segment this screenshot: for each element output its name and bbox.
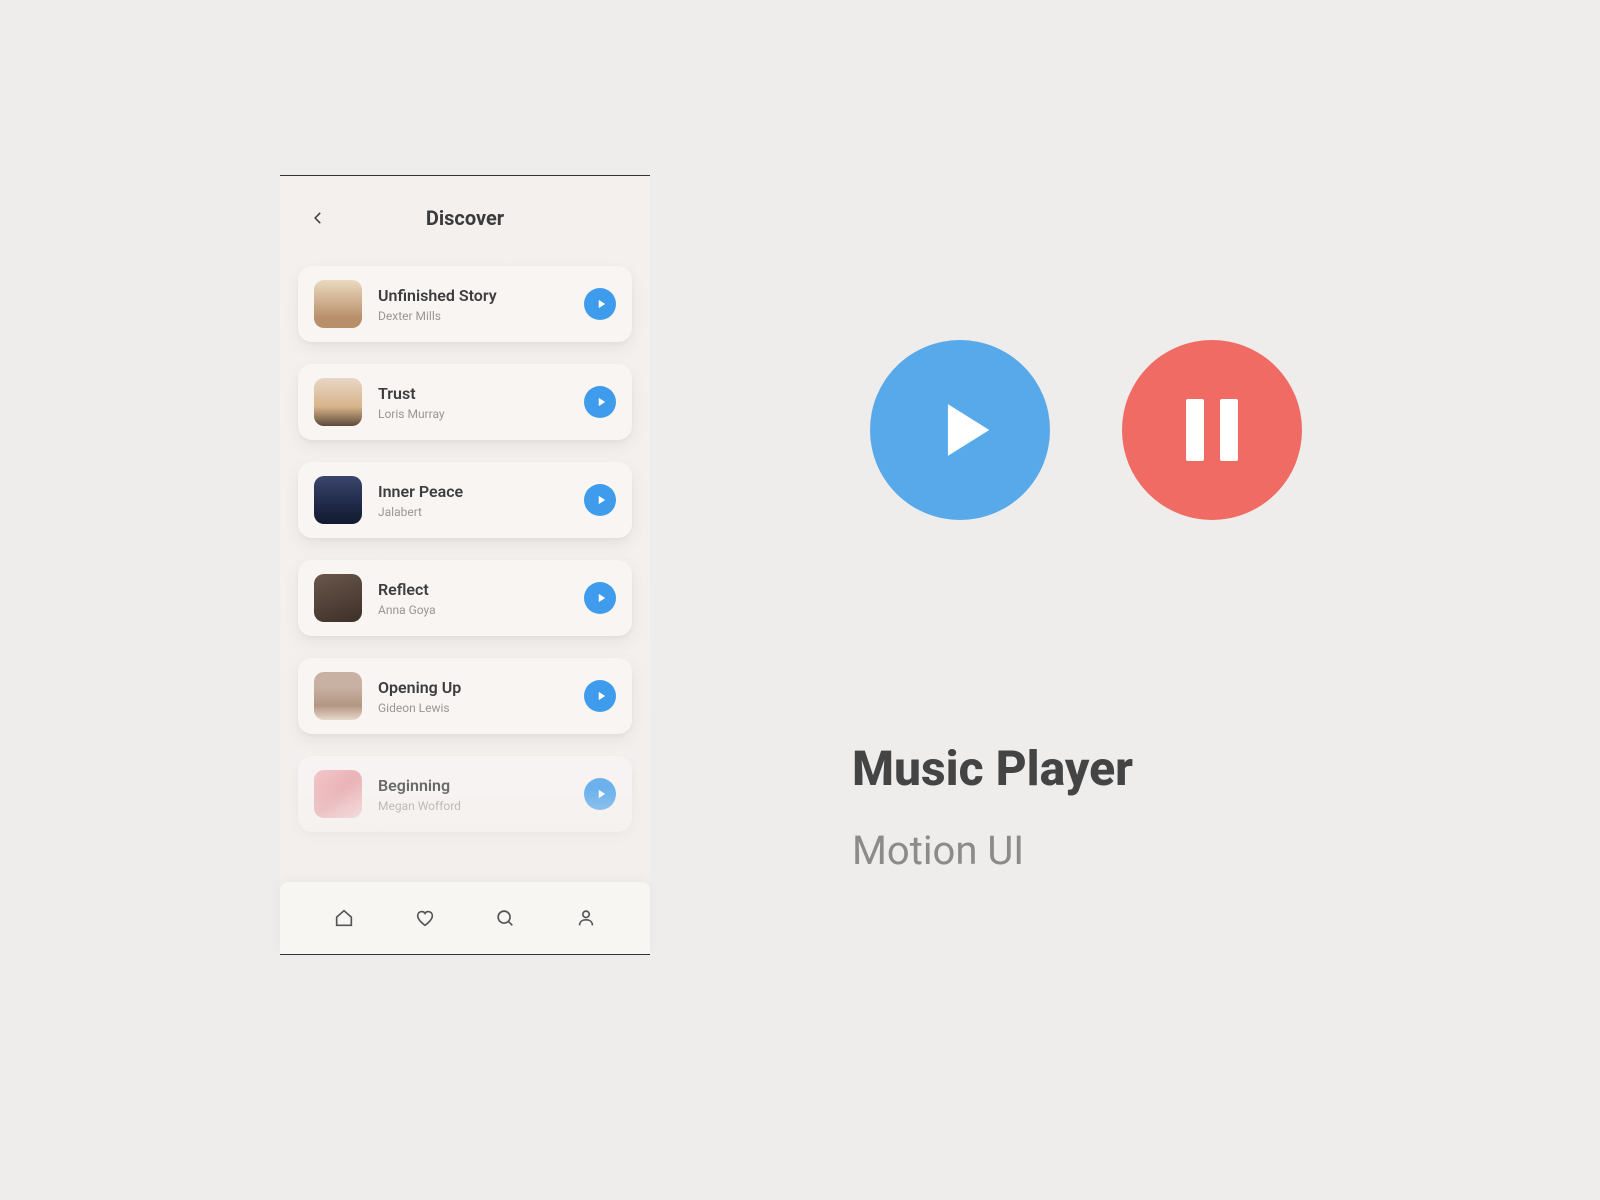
page-title: Discover bbox=[304, 206, 626, 230]
album-art bbox=[314, 770, 362, 818]
play-icon bbox=[935, 395, 997, 465]
play-button[interactable] bbox=[584, 288, 616, 320]
track-row[interactable]: Unfinished Story Dexter Mills bbox=[298, 266, 632, 342]
track-row[interactable]: Beginning Megan Wofford bbox=[298, 756, 632, 832]
phone-header: Discover bbox=[280, 176, 650, 254]
pause-icon bbox=[1186, 399, 1204, 461]
phone-mock: Discover Unfinished Story Dexter Mills T… bbox=[280, 175, 650, 955]
play-icon bbox=[596, 592, 607, 604]
track-title: Opening Up bbox=[378, 678, 568, 697]
play-button[interactable] bbox=[584, 582, 616, 614]
hero-text: Music Player Motion UI bbox=[852, 740, 1133, 874]
track-artist: Anna Goya bbox=[378, 603, 568, 617]
bottom-nav bbox=[280, 882, 650, 954]
album-art bbox=[314, 672, 362, 720]
track-row[interactable]: Trust Loris Murray bbox=[298, 364, 632, 440]
track-row[interactable]: Inner Peace Jalabert bbox=[298, 462, 632, 538]
play-button[interactable] bbox=[584, 680, 616, 712]
track-text: Inner Peace Jalabert bbox=[378, 482, 568, 519]
play-icon bbox=[596, 690, 607, 702]
play-button[interactable] bbox=[584, 778, 616, 810]
track-text: Trust Loris Murray bbox=[378, 384, 568, 421]
album-art bbox=[314, 378, 362, 426]
play-icon bbox=[596, 494, 607, 506]
nav-favorites[interactable] bbox=[407, 900, 443, 936]
pause-icon bbox=[1220, 399, 1238, 461]
album-art bbox=[314, 476, 362, 524]
album-art bbox=[314, 280, 362, 328]
nav-home[interactable] bbox=[326, 900, 362, 936]
nav-search[interactable] bbox=[487, 900, 523, 936]
track-artist: Gideon Lewis bbox=[378, 701, 568, 715]
home-icon bbox=[333, 907, 355, 929]
track-title: Unfinished Story bbox=[378, 286, 568, 305]
track-artist: Jalabert bbox=[378, 505, 568, 519]
track-artist: Megan Wofford bbox=[378, 799, 568, 813]
track-text: Unfinished Story Dexter Mills bbox=[378, 286, 568, 323]
track-title: Reflect bbox=[378, 580, 568, 599]
heart-icon bbox=[414, 907, 436, 929]
track-row[interactable]: Reflect Anna Goya bbox=[298, 560, 632, 636]
album-art bbox=[314, 574, 362, 622]
play-button[interactable] bbox=[584, 484, 616, 516]
play-icon bbox=[596, 788, 607, 800]
track-title: Trust bbox=[378, 384, 568, 403]
track-row[interactable]: Opening Up Gideon Lewis bbox=[298, 658, 632, 734]
track-text: Beginning Megan Wofford bbox=[378, 776, 568, 813]
nav-profile[interactable] bbox=[568, 900, 604, 936]
track-text: Reflect Anna Goya bbox=[378, 580, 568, 617]
track-title: Beginning bbox=[378, 776, 568, 795]
hero-title: Music Player bbox=[852, 740, 1133, 797]
search-icon bbox=[494, 907, 516, 929]
big-pause-button[interactable] bbox=[1122, 340, 1302, 520]
track-title: Inner Peace bbox=[378, 482, 568, 501]
track-artist: Dexter Mills bbox=[378, 309, 568, 323]
hero-subtitle: Motion UI bbox=[852, 827, 1133, 874]
track-artist: Loris Murray bbox=[378, 407, 568, 421]
profile-icon bbox=[575, 907, 597, 929]
play-button[interactable] bbox=[584, 386, 616, 418]
track-text: Opening Up Gideon Lewis bbox=[378, 678, 568, 715]
play-icon bbox=[596, 298, 607, 310]
big-play-button[interactable] bbox=[870, 340, 1050, 520]
track-list[interactable]: Unfinished Story Dexter Mills Trust Lori… bbox=[280, 254, 650, 882]
play-icon bbox=[596, 396, 607, 408]
